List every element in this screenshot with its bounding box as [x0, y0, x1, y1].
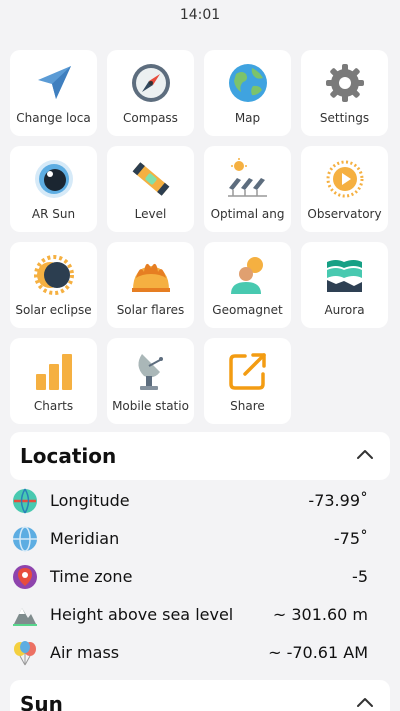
tile-label: Map — [234, 111, 261, 125]
tile-label: Observatory — [307, 207, 382, 221]
tile-optimal-angle[interactable]: Optimal ang — [204, 146, 291, 232]
tile-label: Charts — [33, 399, 74, 413]
tile-charts[interactable]: Charts — [10, 338, 97, 424]
status-bar: 14:01 — [0, 0, 400, 30]
geomagnetic-icon — [204, 254, 291, 296]
location-row-longitude: Longitude -73.99˚ — [12, 486, 380, 516]
tile-label: Share — [230, 399, 265, 413]
mountain-icon — [12, 602, 38, 628]
location-row-height: Height above sea level ~ 301.60 m — [12, 600, 380, 630]
tile-aurora[interactable]: Aurora — [301, 242, 388, 328]
solar-panel-icon — [204, 158, 291, 200]
row-value: -75˚ — [333, 529, 368, 548]
tile-observatory[interactable]: Observatory — [301, 146, 388, 232]
row-label: Longitude — [50, 491, 130, 510]
tile-geomagnetic[interactable]: Geomagnet — [204, 242, 291, 328]
tile-label: Solar eclipse — [15, 303, 92, 317]
tile-map[interactable]: Map — [204, 50, 291, 136]
tile-compass[interactable]: Compass — [107, 50, 194, 136]
location-arrow-icon — [10, 62, 97, 104]
longitude-icon — [12, 488, 38, 514]
level-icon — [107, 158, 194, 200]
globe-icon — [204, 62, 291, 104]
tile-share[interactable]: Share — [204, 338, 291, 424]
tile-label: Geomagnet — [212, 303, 283, 317]
location-section-header[interactable]: Location — [10, 432, 390, 480]
timezone-pin-icon — [12, 564, 38, 590]
tile-label: Change loca — [16, 111, 91, 125]
tile-solar-eclipse[interactable]: Solar eclipse — [10, 242, 97, 328]
status-time: 14:01 — [179, 7, 221, 23]
location-row-meridian: Meridian -75˚ — [12, 524, 380, 554]
tile-label: Solar flares — [116, 303, 185, 317]
tile-ar-sun[interactable]: AR Sun — [10, 146, 97, 232]
tile-change-location[interactable]: Change loca — [10, 50, 97, 136]
section-title: Location — [20, 444, 117, 468]
aurora-icon — [301, 254, 388, 296]
tile-label: Settings — [319, 111, 370, 125]
row-label: Air mass — [50, 643, 120, 662]
row-value: -5 — [352, 567, 368, 586]
row-label: Time zone — [50, 567, 133, 586]
tile-label: AR Sun — [31, 207, 76, 221]
chevron-up-icon[interactable] — [356, 446, 374, 468]
row-label: Height above sea level — [50, 605, 234, 624]
bar-chart-icon — [10, 350, 97, 392]
tile-level[interactable]: Level — [107, 146, 194, 232]
tile-label: Compass — [123, 111, 178, 125]
gear-icon — [301, 62, 388, 104]
section-title: Sun — [20, 692, 63, 711]
share-icon — [204, 350, 291, 392]
tile-mobile-station[interactable]: Mobile statio — [107, 338, 194, 424]
tile-label: Optimal ang — [210, 207, 285, 221]
sun-icon — [301, 158, 388, 200]
meridian-globe-icon — [12, 526, 38, 552]
tile-settings[interactable]: Settings — [301, 50, 388, 136]
row-value: ~ -70.61 AM — [268, 643, 368, 662]
eclipse-icon — [10, 254, 97, 296]
sun-section-header[interactable]: Sun — [10, 680, 390, 711]
location-row-time-zone: Time zone -5 — [12, 562, 380, 592]
chevron-up-icon[interactable] — [356, 694, 374, 711]
eye-icon — [10, 158, 97, 200]
tile-label: Level — [134, 207, 167, 221]
tile-solar-flares[interactable]: Solar flares — [107, 242, 194, 328]
row-value: -73.99˚ — [308, 491, 368, 510]
balloons-icon — [12, 640, 38, 666]
row-label: Meridian — [50, 529, 120, 548]
flare-icon — [107, 254, 194, 296]
row-value: ~ 301.60 m — [272, 605, 368, 624]
compass-icon — [107, 62, 194, 104]
location-row-air-mass: Air mass ~ -70.61 AM — [12, 638, 380, 668]
tile-label: Mobile statio — [112, 399, 189, 413]
tile-label: Aurora — [324, 303, 365, 317]
satellite-dish-icon — [107, 350, 194, 392]
